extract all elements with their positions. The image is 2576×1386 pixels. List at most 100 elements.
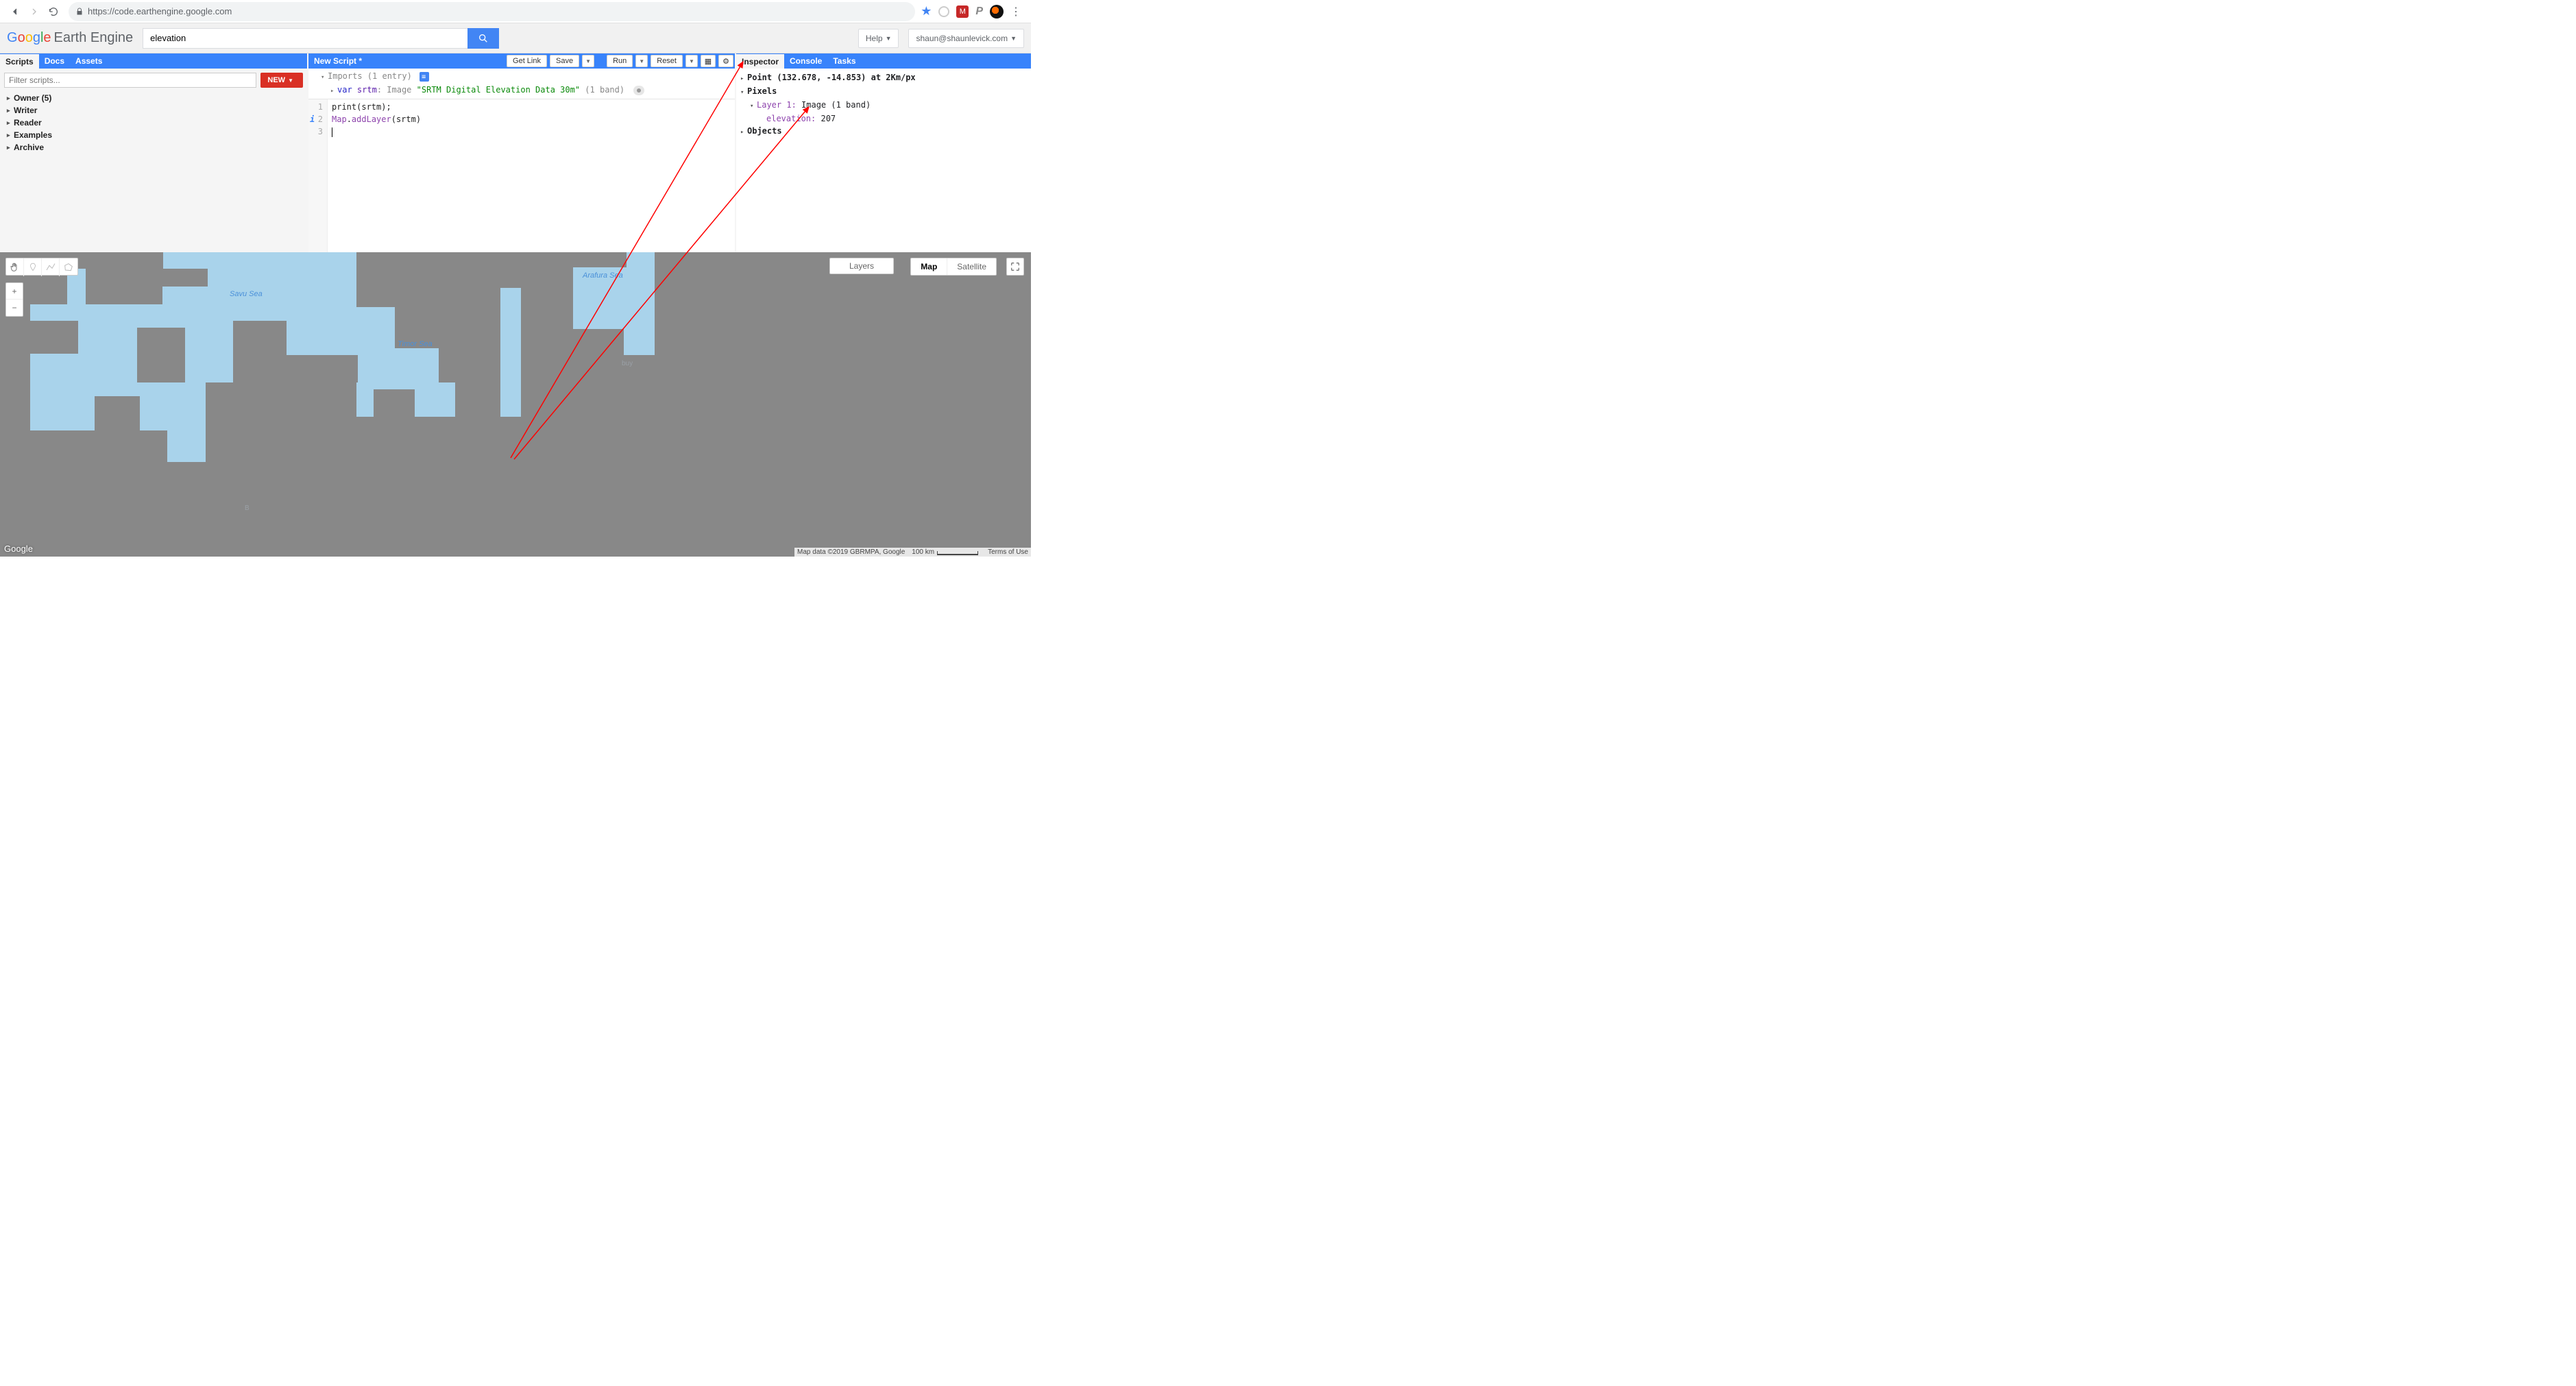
attrib-terms[interactable]: Terms of Use bbox=[988, 548, 1028, 556]
inspector-body: ▸Point (132.678, -14.853) at 2Km/px ▾Pix… bbox=[736, 69, 1031, 252]
sea-label: Timor Sea bbox=[398, 340, 433, 348]
account-label: shaun@shaunlevick.com bbox=[916, 34, 1008, 43]
code-line bbox=[332, 125, 735, 138]
caret-right-icon[interactable]: ▸ bbox=[740, 73, 747, 85]
info-icon: i bbox=[310, 113, 315, 125]
hand-icon bbox=[10, 262, 21, 273]
settings-button[interactable]: ⚙ bbox=[718, 55, 733, 67]
line-tool[interactable] bbox=[42, 258, 60, 276]
reset-button[interactable]: Reset bbox=[651, 55, 683, 67]
attrib-data: Map data ©2019 GBRMPA, Google bbox=[797, 548, 905, 556]
save-dropdown[interactable]: ▼ bbox=[582, 55, 594, 67]
map-tile bbox=[573, 252, 627, 267]
zoom-out-button[interactable]: − bbox=[6, 300, 23, 316]
help-button[interactable]: Help ▼ bbox=[858, 29, 899, 48]
reload-button[interactable] bbox=[44, 2, 63, 21]
map-tile bbox=[137, 328, 185, 382]
help-label: Help bbox=[866, 34, 883, 43]
visibility-icon[interactable] bbox=[633, 86, 644, 95]
marker-icon bbox=[28, 262, 38, 273]
back-button[interactable] bbox=[5, 2, 25, 21]
inspector-point: Point (132.678, -14.853) at 2Km/px bbox=[747, 73, 916, 82]
inspector-band-val: 207 bbox=[821, 114, 836, 123]
account-button[interactable]: shaun@shaunlevick.com ▼ bbox=[908, 29, 1024, 48]
caret-down-icon[interactable]: ▾ bbox=[740, 86, 747, 99]
tree-item-writer[interactable]: ▸Writer bbox=[4, 104, 303, 117]
run-dropdown[interactable]: ▼ bbox=[635, 55, 648, 67]
fullscreen-button[interactable] bbox=[1006, 258, 1024, 276]
attrib-scale-label: 100 km bbox=[912, 548, 934, 556]
tab-inspector[interactable]: Inspector bbox=[736, 53, 784, 69]
tab-console[interactable]: Console bbox=[784, 53, 827, 69]
save-button[interactable]: Save bbox=[550, 55, 579, 67]
map-tile bbox=[791, 417, 1031, 451]
caret-down-icon: ▼ bbox=[585, 58, 591, 64]
maptype-satellite[interactable]: Satellite bbox=[947, 258, 996, 275]
imports-section[interactable]: ▾Imports (1 entry) ▸var srtm: Image "SRT… bbox=[308, 69, 735, 99]
tree-item-examples[interactable]: ▸Examples bbox=[4, 129, 303, 141]
caret-down-icon: ▼ bbox=[689, 58, 694, 64]
map-tile bbox=[226, 409, 258, 440]
apps-grid-button[interactable]: ▦ bbox=[701, 55, 716, 67]
browser-right-icons: ★ M P ⋮ bbox=[921, 4, 1025, 19]
extension-p-icon[interactable]: P bbox=[975, 5, 983, 18]
inspector-band-key: elevation: bbox=[766, 114, 816, 123]
extension-circle-icon[interactable] bbox=[938, 6, 949, 17]
forward-button[interactable] bbox=[25, 2, 44, 21]
extension-mendeley-icon[interactable]: M bbox=[956, 5, 969, 18]
caret-right-icon: ▸ bbox=[7, 95, 14, 102]
tab-docs[interactable]: Docs bbox=[39, 53, 70, 69]
address-bar[interactable]: https://code.earthengine.google.com bbox=[69, 2, 915, 21]
run-button[interactable]: Run bbox=[607, 55, 633, 67]
sea-label: Savu Sea bbox=[230, 290, 263, 298]
grid-icon: ▦ bbox=[705, 57, 712, 66]
polygon-tool[interactable] bbox=[60, 258, 77, 276]
right-tabbar: Inspector Console Tasks bbox=[736, 53, 1031, 69]
tab-tasks[interactable]: Tasks bbox=[827, 53, 861, 69]
gee-logo[interactable]: Google Earth Engine bbox=[7, 30, 133, 46]
code-area[interactable]: print(srtm);Map.addLayer(srtm) bbox=[328, 99, 735, 252]
caret-down-icon: ▾ bbox=[321, 71, 328, 84]
search-input[interactable] bbox=[143, 28, 467, 49]
scripts-tree: ▸Owner (5) ▸Writer ▸Reader ▸Examples ▸Ar… bbox=[4, 92, 303, 154]
profile-avatar[interactable] bbox=[990, 5, 1004, 19]
search-icon bbox=[478, 33, 489, 44]
inspector-objects: Objects bbox=[747, 126, 782, 136]
imports-badge-icon[interactable] bbox=[420, 72, 429, 82]
scale-bar-icon bbox=[937, 551, 978, 555]
map-tile bbox=[439, 348, 500, 382]
tab-scripts[interactable]: Scripts bbox=[0, 53, 39, 69]
caret-right-icon: ▸ bbox=[330, 85, 337, 97]
map-attribution: Map data ©2019 GBRMPA, Google 100 km Ter… bbox=[794, 548, 1031, 557]
map-tile bbox=[67, 252, 163, 269]
marker-tool[interactable] bbox=[24, 258, 42, 276]
tree-item-archive[interactable]: ▸Archive bbox=[4, 141, 303, 154]
caret-down-icon[interactable]: ▾ bbox=[750, 100, 757, 112]
tree-item-owner[interactable]: ▸Owner (5) bbox=[4, 92, 303, 104]
new-script-button[interactable]: NEW ▼ bbox=[260, 73, 303, 88]
map-tile bbox=[521, 288, 573, 329]
caret-down-icon: ▼ bbox=[886, 35, 892, 42]
map-canvas[interactable]: Savu SeaTimor SeaArafura Sea buyB + − La… bbox=[0, 252, 1031, 557]
code-editor[interactable]: 1 i2 3 print(srtm);Map.addLayer(srtm) bbox=[308, 99, 735, 252]
get-link-button[interactable]: Get Link bbox=[507, 55, 547, 67]
map-tile bbox=[356, 252, 500, 307]
pan-hand-tool[interactable] bbox=[6, 258, 24, 276]
maptype-control: Map Satellite bbox=[910, 258, 997, 276]
tab-assets[interactable]: Assets bbox=[70, 53, 108, 69]
caret-right-icon[interactable]: ▸ bbox=[740, 126, 747, 138]
tree-item-reader[interactable]: ▸Reader bbox=[4, 117, 303, 129]
map-tile bbox=[233, 321, 287, 382]
filter-scripts-input[interactable] bbox=[4, 73, 256, 88]
chrome-menu-icon[interactable]: ⋮ bbox=[1010, 5, 1021, 19]
search-button[interactable] bbox=[467, 28, 499, 49]
reset-dropdown[interactable]: ▼ bbox=[685, 55, 698, 67]
caret-right-icon: ▸ bbox=[7, 132, 14, 139]
bookmark-star-icon[interactable]: ★ bbox=[921, 4, 932, 19]
maptype-map[interactable]: Map bbox=[911, 258, 947, 275]
left-tabbar: Scripts Docs Assets bbox=[0, 53, 307, 69]
layers-button[interactable]: Layers bbox=[829, 258, 894, 274]
editor-panel: New Script * Get Link Save ▼ Run ▼ Reset… bbox=[308, 53, 736, 252]
zoom-in-button[interactable]: + bbox=[6, 283, 23, 300]
code-line: Map.addLayer(srtm) bbox=[332, 113, 735, 125]
